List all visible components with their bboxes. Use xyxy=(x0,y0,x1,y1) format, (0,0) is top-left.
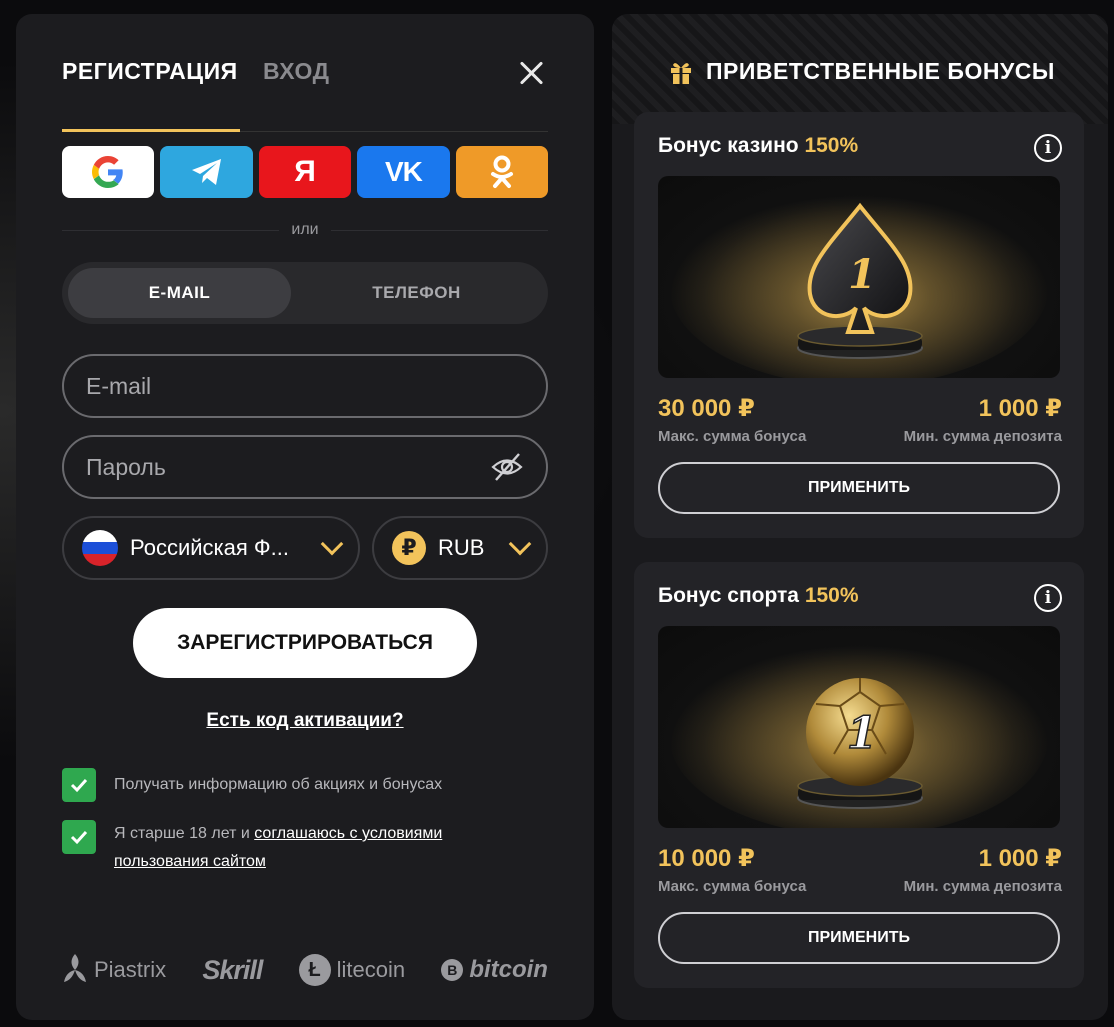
card-title: Бонус казино 150% xyxy=(658,134,858,158)
piastrix-logo: Piastrix xyxy=(62,952,166,988)
method-switch: E-MAIL ТЕЛЕФОН xyxy=(62,262,548,324)
litecoin-logo: Ł litecoin xyxy=(298,954,406,986)
promo-consent-checkbox[interactable] xyxy=(62,768,96,802)
apply-sport-bonus-button[interactable]: ПРИМЕНИТЬ xyxy=(658,912,1060,964)
registration-panel: РЕГИСТРАЦИЯ ВХОД Я VK или E-MAIL ТЕЛЕФОН… xyxy=(16,14,594,1020)
password-input[interactable] xyxy=(86,453,490,481)
spade-trophy-icon: 1 xyxy=(669,186,1049,378)
country-select[interactable]: Российская Ф... xyxy=(62,516,360,580)
bonuses-heading: ПРИВЕТСТВЕННЫЕ БОНУСЫ xyxy=(668,58,1055,85)
vk-icon: VK xyxy=(384,156,423,187)
min-deposit-amount: 1 000 ₽ xyxy=(978,395,1062,422)
check-icon xyxy=(70,778,88,793)
sport-bonus-card: Бонус спорта 150% i 1 10 000 ₽ 1 000 ₽ М… xyxy=(634,562,1084,988)
email-field xyxy=(62,354,548,418)
bonuses-title: ПРИВЕТСТВЕННЫЕ БОНУСЫ xyxy=(706,58,1055,84)
currency-value: RUB xyxy=(438,535,485,560)
card-percent: 150% xyxy=(804,134,859,157)
social-login-row: Я VK xyxy=(62,146,549,198)
telegram-login-button[interactable] xyxy=(160,146,253,198)
register-button[interactable]: ЗАРЕГИСТРИРОВАТЬСЯ xyxy=(133,608,477,678)
casino-bonus-card: Бонус казино 150% i 1 30 000 ₽ 1 000 ₽ М… xyxy=(634,112,1084,538)
sport-bonus-image: 1 xyxy=(658,626,1060,828)
apply-casino-bonus-button[interactable]: ПРИМЕНИТЬ xyxy=(658,462,1060,514)
method-phone-button[interactable]: ТЕЛЕФОН xyxy=(305,268,528,318)
vk-login-button[interactable]: VK xyxy=(357,146,450,198)
max-bonus-label: Макс. сумма бонуса xyxy=(658,878,807,895)
chevron-down-icon xyxy=(320,532,344,556)
chevron-down-icon xyxy=(508,532,532,556)
yandex-icon: Я xyxy=(294,155,316,188)
check-icon xyxy=(70,830,88,845)
promo-consent-row: Получать информацию об акциях и бонусах xyxy=(62,768,442,802)
divider-line xyxy=(330,229,548,231)
ball-badge: 1 xyxy=(847,708,878,759)
skrill-text: Skrill xyxy=(202,954,263,985)
telegram-icon xyxy=(191,159,221,185)
tab-register[interactable]: РЕГИСТРАЦИЯ xyxy=(62,58,238,85)
skrill-logo: Skrill xyxy=(202,954,263,986)
tab-login[interactable]: ВХОД xyxy=(263,58,329,85)
email-input[interactable] xyxy=(86,372,524,400)
bitcoin-logo: B bitcoin xyxy=(441,956,548,984)
country-value: Российская Ф... xyxy=(130,535,289,560)
or-divider: или xyxy=(62,218,548,242)
russia-flag-icon xyxy=(82,530,118,566)
litecoin-icon: Ł xyxy=(298,954,331,986)
activation-code-link[interactable]: Есть код активации? xyxy=(16,710,594,732)
min-deposit-amount: 1 000 ₽ xyxy=(978,845,1062,872)
card-percent: 150% xyxy=(804,584,859,607)
active-tab-indicator xyxy=(62,129,240,132)
age-consent-label: Я старше 18 лет и соглашаюсь с условиями… xyxy=(114,820,502,876)
min-deposit-label: Мин. сумма депозита xyxy=(903,428,1062,445)
bitcoin-icon: B xyxy=(441,959,464,981)
max-bonus-amount: 10 000 ₽ xyxy=(658,845,755,872)
google-login-button[interactable] xyxy=(62,146,155,198)
casino-bonus-image: 1 xyxy=(658,176,1060,378)
card-title-text: Бонус казино xyxy=(658,134,799,157)
yandex-login-button[interactable]: Я xyxy=(258,146,352,198)
litecoin-text: litecoin xyxy=(336,957,406,982)
age-consent-text: Я старше 18 лет и xyxy=(114,825,255,842)
or-text: или xyxy=(291,221,319,238)
google-icon xyxy=(92,156,123,188)
bitcoin-text: bitcoin xyxy=(469,956,548,983)
min-deposit-label: Мин. сумма депозита xyxy=(903,878,1062,895)
ok-login-button[interactable] xyxy=(455,146,549,198)
piastrix-icon xyxy=(64,954,86,982)
age-consent-checkbox[interactable] xyxy=(62,820,96,854)
payment-logos: Piastrix Skrill Ł litecoin B bitcoin xyxy=(62,948,548,992)
currency-select[interactable]: ₽ RUB xyxy=(372,516,548,580)
password-field xyxy=(62,435,548,499)
eye-off-icon[interactable] xyxy=(490,450,524,484)
card-title: Бонус спорта 150% xyxy=(658,584,859,608)
max-bonus-label: Макс. сумма бонуса xyxy=(658,428,807,445)
welcome-bonuses-panel: ПРИВЕТСТВЕННЫЕ БОНУСЫ Бонус казино 150% … xyxy=(612,14,1108,1020)
gift-icon xyxy=(671,62,691,84)
promo-consent-label: Получать информацию об акциях и бонусах xyxy=(114,776,443,793)
divider-line xyxy=(62,229,280,231)
info-icon[interactable]: i xyxy=(1034,134,1062,162)
age-consent-row: Я старше 18 лет и соглашаюсь с условиями… xyxy=(62,820,502,876)
spade-badge: 1 xyxy=(848,251,876,298)
info-icon[interactable]: i xyxy=(1034,584,1062,612)
ruble-icon: ₽ xyxy=(392,531,426,565)
ok-icon xyxy=(490,155,513,188)
auth-tabs: РЕГИСТРАЦИЯ ВХОД xyxy=(62,58,548,132)
piastrix-text: Piastrix xyxy=(94,957,167,982)
close-icon[interactable] xyxy=(516,58,546,88)
card-title-text: Бонус спорта xyxy=(658,584,799,607)
max-bonus-amount: 30 000 ₽ xyxy=(658,395,755,422)
method-email-button[interactable]: E-MAIL xyxy=(68,268,291,318)
football-trophy-icon: 1 xyxy=(669,636,1049,828)
